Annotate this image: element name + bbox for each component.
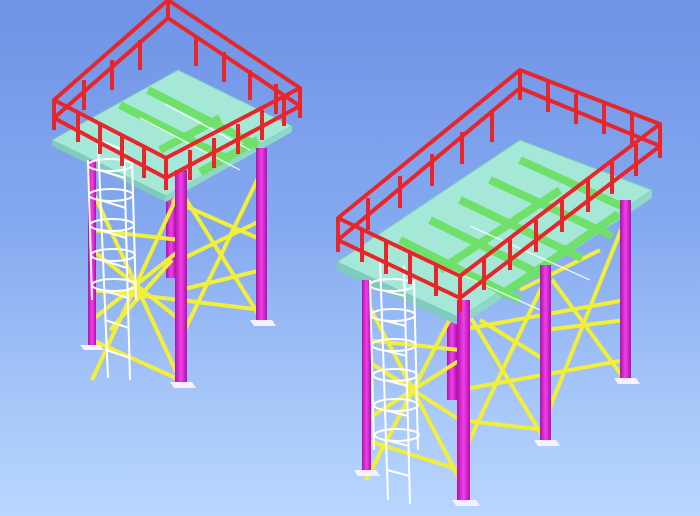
small-tower[interactable] <box>50 0 302 388</box>
large-tower[interactable] <box>335 68 662 506</box>
structure-scene <box>50 0 662 506</box>
cad-3d-viewport[interactable] <box>0 0 700 516</box>
